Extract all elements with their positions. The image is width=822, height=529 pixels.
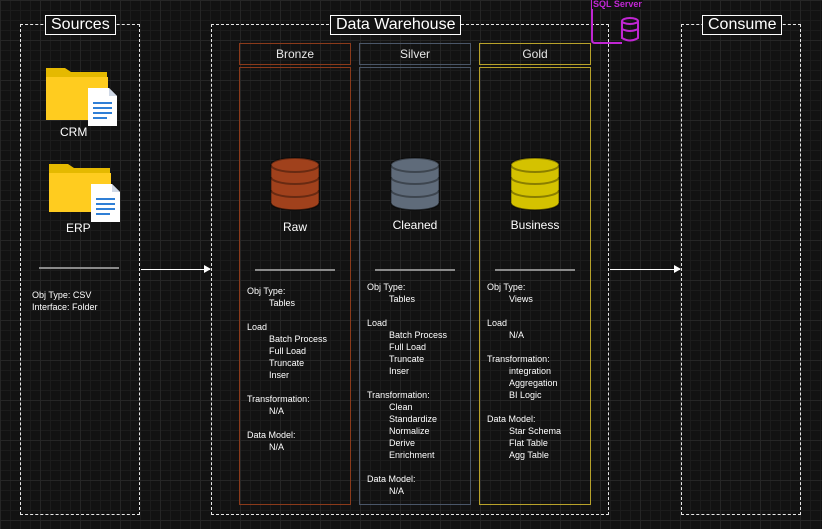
warehouse-title: Data Warehouse	[330, 15, 462, 35]
transformation-value: Standardize	[389, 414, 438, 424]
obj-type-text: Obj Type: CSV	[32, 290, 92, 300]
sql-server-label: SQL Server	[592, 0, 643, 9]
transformation-value: N/A	[269, 406, 285, 416]
obj-type-heading: Obj Type:	[247, 286, 286, 296]
sources-to-warehouse-arrow	[141, 265, 211, 273]
load-value: Inser	[389, 366, 410, 376]
database-icon	[270, 157, 320, 211]
data-model-heading: Data Model:	[367, 474, 416, 484]
transformation-value: Enrichment	[389, 450, 435, 460]
transformation-value: integration	[509, 366, 552, 376]
gold-divider	[495, 269, 575, 271]
silver-database	[390, 157, 440, 211]
transformation-value: BI Logic	[509, 390, 542, 400]
gold-meta: Obj Type: Views Load N/A Transformation: inte…	[487, 281, 561, 461]
load-heading: Load	[487, 318, 508, 328]
transformation-heading: Transformation:	[247, 394, 310, 404]
obj-type-value: Tables	[269, 298, 296, 308]
silver-meta: Obj Type: Tables Load Batch Process Full Loa…	[367, 281, 447, 497]
load-value: Truncate	[389, 354, 425, 364]
crm-folder	[45, 64, 119, 126]
load-value: Full Load	[389, 342, 427, 352]
bronze-database	[270, 157, 320, 211]
consume-title: Consume	[702, 15, 783, 35]
crm-label: CRM	[60, 125, 88, 139]
load-value: N/A	[509, 330, 525, 340]
load-value: Inser	[269, 370, 290, 380]
warehouse-to-consume-arrow	[610, 265, 681, 273]
sources-meta: Obj Type: CSV Interface: Folder	[32, 289, 98, 313]
erp-label: ERP	[66, 221, 91, 235]
sources-divider	[39, 267, 119, 269]
gold-layer-header: Gold	[479, 43, 591, 65]
load-value: Batch Process	[269, 334, 328, 344]
load-value: Truncate	[269, 358, 305, 368]
data-model-heading: Data Model:	[247, 430, 296, 440]
load-heading: Load	[367, 318, 388, 328]
bronze-layer-header: Bronze	[239, 43, 351, 65]
transformation-value: Derive	[389, 438, 416, 448]
gold-database	[510, 157, 560, 211]
transformation-heading: Transformation:	[487, 354, 550, 364]
folder-document-icon	[49, 164, 120, 222]
load-value: Batch Process	[389, 330, 448, 340]
gold-label: Business	[510, 218, 560, 232]
silver-label: Cleaned	[392, 218, 438, 232]
consume-section	[681, 24, 801, 515]
obj-type-value: Tables	[389, 294, 416, 304]
bronze-label: Raw	[282, 220, 307, 234]
transformation-value: Aggregation	[509, 378, 558, 388]
sources-title: Sources	[45, 15, 116, 35]
sql-server-badge: SQL Server	[590, 0, 643, 46]
data-model-value: Agg Table	[509, 450, 549, 460]
silver-divider	[375, 269, 455, 271]
transformation-heading: Transformation:	[367, 390, 430, 400]
bronze-divider	[255, 269, 335, 271]
silver-layer-header: Silver	[359, 43, 471, 65]
obj-type-heading: Obj Type:	[367, 282, 406, 292]
erp-folder	[48, 160, 122, 222]
interface-text: Interface: Folder	[32, 302, 98, 312]
transformation-value: Clean	[389, 402, 413, 412]
obj-type-value: Views	[509, 294, 533, 304]
data-model-heading: Data Model:	[487, 414, 536, 424]
folder-document-icon	[46, 68, 117, 126]
data-model-value: Star Schema	[509, 426, 562, 436]
transformation-value: Normalize	[389, 426, 430, 436]
load-value: Full Load	[269, 346, 307, 356]
data-model-value: Flat Table	[509, 438, 548, 448]
database-icon	[390, 157, 440, 211]
database-icon	[510, 157, 560, 211]
data-model-value: N/A	[269, 442, 285, 452]
obj-type-heading: Obj Type:	[487, 282, 526, 292]
bronze-meta: Obj Type: Tables Load Batch Process Full Loa…	[247, 285, 327, 453]
load-heading: Load	[247, 322, 268, 332]
data-model-value: N/A	[389, 486, 405, 496]
